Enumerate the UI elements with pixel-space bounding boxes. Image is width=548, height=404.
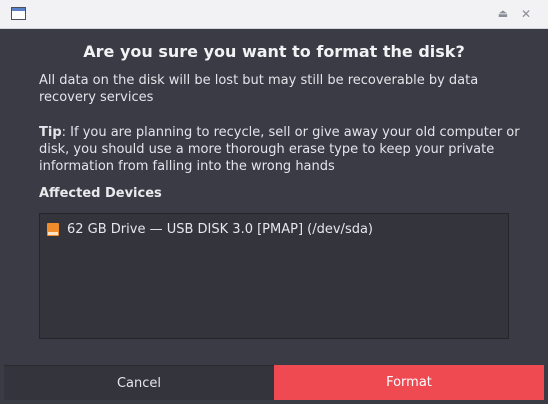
format-disk-dialog: Are you sure you want to format the disk… bbox=[4, 29, 544, 400]
device-label: 62 GB Drive — USB DISK 3.0 [PMAP] (/dev/… bbox=[67, 221, 374, 237]
data-loss-warning: All data on the disk will be lost but ma… bbox=[39, 73, 479, 105]
window-titlebar: ⏏ ✕ bbox=[0, 0, 548, 29]
affected-devices-heading: Affected Devices bbox=[39, 186, 162, 201]
affected-devices-list[interactable]: 62 GB Drive — USB DISK 3.0 [PMAP] (/dev/… bbox=[39, 213, 509, 339]
dialog-button-row: Cancel Format bbox=[4, 365, 544, 400]
format-button[interactable]: Format bbox=[274, 365, 544, 400]
tip-label: Tip bbox=[39, 125, 62, 140]
tip-text: : If you are planning to recycle, sell o… bbox=[39, 125, 520, 174]
close-icon[interactable]: ✕ bbox=[518, 6, 534, 22]
window-icon bbox=[11, 7, 26, 20]
tip-paragraph: Tip: If you are planning to recycle, sel… bbox=[39, 124, 529, 175]
cancel-button[interactable]: Cancel bbox=[4, 365, 274, 400]
dialog-heading: Are you sure you want to format the disk… bbox=[83, 42, 465, 61]
drive-icon bbox=[47, 222, 59, 236]
shade-window-icon[interactable]: ⏏ bbox=[495, 6, 511, 22]
list-item[interactable]: 62 GB Drive — USB DISK 3.0 [PMAP] (/dev/… bbox=[47, 220, 373, 238]
